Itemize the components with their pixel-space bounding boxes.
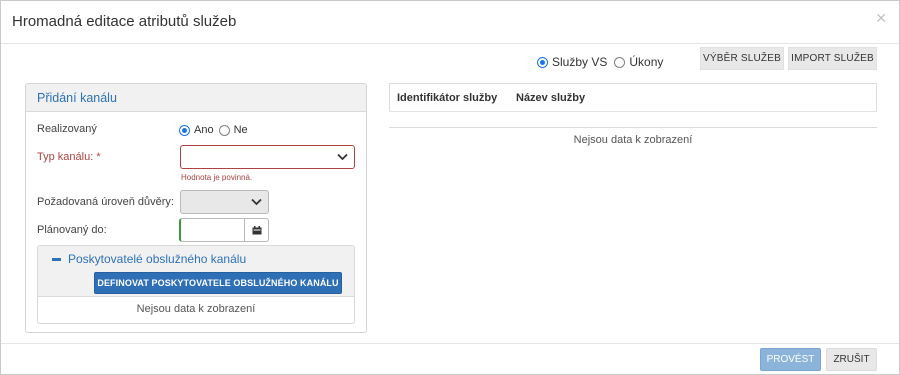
grid-header-divider	[389, 111, 877, 112]
realized-radio-group: Ano Ne	[179, 124, 248, 136]
services-grid: Identifikátor služby Název služby	[389, 83, 877, 111]
dialog-header: Hromadná editace atributů služeb ✕	[1, 1, 899, 44]
define-providers-button[interactable]: DEFINOVAT POSKYTOVATELE OBSLUŽNÉHO KANÁL…	[94, 272, 342, 294]
chevron-down-icon	[337, 153, 348, 161]
realized-yes-radio[interactable]	[179, 124, 190, 136]
chevron-down-icon	[251, 198, 262, 206]
confirm-button[interactable]: PROVÉST	[760, 348, 821, 371]
collapse-icon[interactable]	[52, 258, 61, 261]
trust-level-label: Požadovaná úroveň důvěry:	[37, 196, 174, 208]
dialog-title: Hromadná editace atributů služeb	[12, 13, 237, 30]
scope-option-ukony-label: Úkony	[629, 55, 664, 69]
scope-option-vs-label: Služby VS	[552, 55, 608, 69]
channel-type-select[interactable]	[180, 145, 355, 169]
add-channel-header: Přidání kanálu	[26, 84, 366, 112]
radio-vs[interactable]	[537, 56, 548, 68]
cancel-button[interactable]: ZRUŠIT	[826, 348, 877, 371]
calendar-icon	[252, 225, 261, 234]
providers-title: Poskytovatelé obslužného kanálu	[68, 252, 247, 266]
column-header-name[interactable]: Název služby	[516, 92, 585, 104]
column-header-id[interactable]: Identifikátor služby	[397, 92, 497, 104]
scope-option-vs[interactable]: Služby VS	[537, 55, 607, 69]
bulk-edit-dialog: Hromadná editace atributů služeb ✕ Služb…	[0, 0, 900, 375]
planned-date-input[interactable]	[179, 218, 245, 242]
add-channel-panel: Přidání kanálu Realizovaný Ano Ne Typ ka…	[25, 83, 367, 333]
select-services-button[interactable]: VÝBĚR SLUŽEB	[700, 47, 784, 70]
realized-label: Realizovaný	[37, 123, 97, 135]
channel-type-label: Typ kanálu: *	[37, 151, 101, 163]
grid-body-divider	[389, 127, 877, 128]
realized-no-radio[interactable]	[218, 124, 230, 136]
providers-header: Poskytovatelé obslužného kanálu DEFINOVA…	[38, 246, 354, 297]
radio-ukony[interactable]	[614, 56, 626, 68]
trust-level-select[interactable]	[180, 190, 269, 214]
providers-empty-text: Nejsou data k zobrazení	[136, 303, 256, 315]
services-empty-text: Nejsou data k zobrazení	[573, 134, 693, 146]
calendar-button[interactable]	[244, 218, 269, 242]
add-channel-title: Přidání kanálu	[37, 91, 117, 105]
providers-panel: Poskytovatelé obslužného kanálu DEFINOVA…	[37, 245, 355, 324]
realized-yes-label: Ano	[194, 124, 214, 136]
import-services-button[interactable]: IMPORT SLUŽEB	[788, 47, 877, 70]
channel-type-error: Hodnota je povinná.	[181, 173, 253, 182]
scope-radio-group: Služby VS Úkony	[537, 55, 670, 69]
planned-label: Plánovaný do:	[37, 224, 107, 236]
footer-divider	[1, 343, 899, 344]
close-icon[interactable]: ✕	[875, 10, 887, 27]
realized-no-label: Ne	[233, 124, 248, 136]
scope-option-ukony[interactable]: Úkony	[614, 55, 663, 69]
